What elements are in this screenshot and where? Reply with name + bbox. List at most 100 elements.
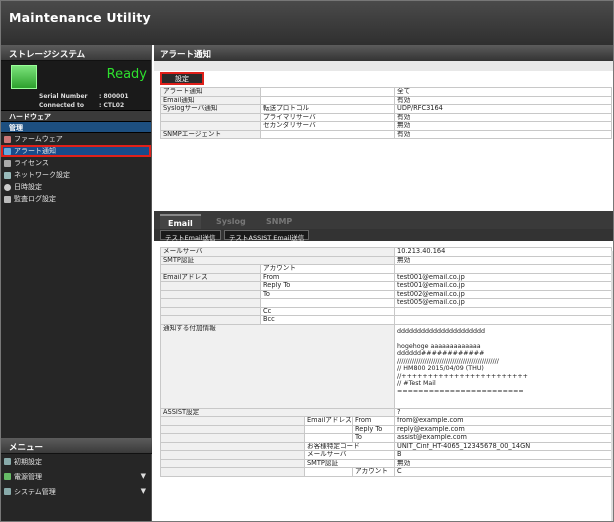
status-led-icon xyxy=(11,65,37,89)
sidebar-item-label: ネットワーク設定 xyxy=(14,171,70,179)
row-sublabel: Cc xyxy=(259,306,396,316)
menu-item-power[interactable]: 電源管理 ▼ xyxy=(1,469,152,484)
app-title: Maintenance Utility xyxy=(9,10,151,25)
table-row: ASSIST設定? xyxy=(159,407,612,417)
assist-smtp-value: 無効 xyxy=(394,458,612,468)
assist-reply-value: reply@example.com xyxy=(394,424,612,434)
table-row: メールサーバ B xyxy=(160,450,612,460)
extra-info-value: dddddddddddddddddddddd hogehoge aaaaaaaa… xyxy=(394,323,612,409)
extra-line: // #Test Mail xyxy=(397,380,436,387)
sidebar-item-label: 監査ログ設定 xyxy=(14,195,56,203)
row-sublabel: From xyxy=(351,416,396,426)
sidebar-item-alert[interactable]: アラート通知 xyxy=(1,145,151,157)
tab-snmp[interactable]: SNMP xyxy=(258,214,300,229)
table-row: test005@email.co.jp xyxy=(160,298,612,308)
row-label: Email通知 xyxy=(160,95,261,105)
from-value: test001@email.co.jp xyxy=(394,272,612,282)
chevron-down-icon: ▼ xyxy=(140,472,146,480)
table-row: Email通知 有効 xyxy=(160,95,612,105)
extra-line: dddddd############ xyxy=(397,350,485,357)
row-sublabel: アカウント xyxy=(259,264,396,274)
sidebar-item-label: ファームウェア xyxy=(14,135,63,143)
test-email-button[interactable]: テストEmail送信 xyxy=(160,230,221,242)
test-assist-email-button[interactable]: テストASSIST Email送信 xyxy=(224,230,310,242)
settings-button[interactable]: 設定 xyxy=(160,72,204,85)
customer-code-value: UNIT_Cinf_HT-4065_12345678_00_14GN xyxy=(394,441,612,451)
row-sublabel xyxy=(260,95,395,105)
page-title: アラート通知 xyxy=(154,45,613,61)
chevron-down-icon: ▼ xyxy=(140,487,146,495)
tab-email[interactable]: Email xyxy=(160,214,201,229)
menu-panel: メニュー 初期設定 電源管理 ▼ システム管理 ▼ xyxy=(1,438,152,499)
menu-item-initial-setup[interactable]: 初期設定 xyxy=(1,454,152,469)
row-label: Syslogサーバ通知 xyxy=(160,104,261,114)
table-row: プライマリサーバ 有効 xyxy=(160,112,612,122)
menu-item-label: 電源管理 xyxy=(14,472,42,481)
reply-to-value: test001@email.co.jp xyxy=(394,281,612,291)
row-sublabel xyxy=(260,129,395,139)
row-sublabel: Emailアドレス xyxy=(304,416,353,426)
row-sublabel: お客様特定コード xyxy=(303,441,396,451)
extra-line: ======================== xyxy=(397,387,524,395)
assist-account-value: C xyxy=(394,467,612,477)
assist-to-value: assist@example.com xyxy=(394,433,612,443)
row-sublabel: Reply To xyxy=(259,281,396,291)
table-row: Emailアドレス From from@example.com xyxy=(160,416,612,426)
table-row: アカウント C xyxy=(160,467,612,477)
sidebar-item-firmware[interactable]: ファームウェア xyxy=(1,133,151,145)
clock-icon xyxy=(4,183,11,191)
menu-header: メニュー xyxy=(1,438,152,454)
row-label: アラート通知 xyxy=(160,87,261,97)
table-row: Syslogサーバ通知 転送プロトコル UDP/RFC3164 xyxy=(160,104,612,114)
row-sublabel: To xyxy=(351,433,396,443)
row-label: 通知する付加情報 xyxy=(159,323,396,409)
summary-table: アラート通知 全て Email通知 有効 Syslogサーバ通知 転送プロトコル UDP… xyxy=(160,87,612,139)
row-sublabel: To xyxy=(259,289,396,299)
table-row: お客様特定コード UNIT_Cinf_HT-4065_12345678_00_14… xyxy=(160,441,612,451)
tab-syslog[interactable]: Syslog xyxy=(208,214,254,229)
sidebar-item-license[interactable]: ライセンス xyxy=(1,157,151,169)
row-sublabel: Reply To xyxy=(351,424,396,434)
table-row: SMTP認証 無効 xyxy=(160,458,612,468)
table-row: To test002@email.co.jp xyxy=(160,289,612,299)
table-row: SMTP認証 無効 xyxy=(159,255,612,265)
button-row: テストEmail送信 テストASSIST Email送信 xyxy=(154,229,613,242)
row-label: SMTP認証 xyxy=(159,255,396,265)
menu-item-system[interactable]: システム管理 ▼ xyxy=(1,484,152,499)
sidebar-item-audit-log[interactable]: 監査ログ設定 xyxy=(1,193,151,205)
row-sublabel: アカウント xyxy=(351,467,396,477)
row-value: UDP/RFC3164 xyxy=(394,104,612,114)
status-text: Ready xyxy=(106,67,147,82)
table-row: Cc xyxy=(160,306,612,316)
setup-icon xyxy=(4,458,11,465)
table-row: Bcc xyxy=(160,315,612,325)
row-label: Emailアドレス xyxy=(160,272,261,282)
assist-value: ? xyxy=(394,407,612,417)
storage-system-header: ストレージシステム xyxy=(1,45,151,61)
email-settings-table: メールサーバ 10.213.40.164 SMTP認証 無効 アカウント Email… xyxy=(159,247,612,477)
table-row: 通知する付加情報 dddddddddddddddddddddd hogehoge… xyxy=(159,323,612,409)
row-sublabel: プライマリサーバ xyxy=(260,112,395,122)
mail-server-value: 10.213.40.164 xyxy=(394,247,612,257)
sidebar-item-label: ライセンス xyxy=(14,159,49,167)
extra-line: //++++++++++++++++++++++++ xyxy=(397,372,528,380)
sidebar-item-label: 日時設定 xyxy=(14,183,42,191)
row-sublabel xyxy=(260,87,395,97)
sidebar-item-datetime[interactable]: 日時設定 xyxy=(1,181,151,193)
license-icon xyxy=(4,159,11,167)
power-icon xyxy=(4,473,11,480)
table-row: アカウント xyxy=(160,264,612,274)
sidebar-item-label: アラート通知 xyxy=(14,147,56,155)
sidebar-item-network[interactable]: ネットワーク設定 xyxy=(1,169,151,181)
serial-label: Serial Number xyxy=(39,93,88,100)
row-sublabel: メールサーバ xyxy=(303,450,396,460)
management-section[interactable]: 管理 xyxy=(1,122,151,133)
network-icon xyxy=(4,171,11,179)
hardware-section[interactable]: ハードウェア xyxy=(1,111,151,122)
extra-line: ////////////////////////////////////////… xyxy=(397,357,499,365)
extra-line: // HM800 2015/04/09 (THU) xyxy=(397,365,484,372)
to-value-1: test002@email.co.jp xyxy=(394,289,612,299)
firmware-icon xyxy=(4,135,11,143)
main-panel: アラート通知 設定 アラート通知 全て Email通知 有効 Syslogサーバ通知… xyxy=(154,45,613,521)
row-label: メールサーバ xyxy=(159,247,396,257)
